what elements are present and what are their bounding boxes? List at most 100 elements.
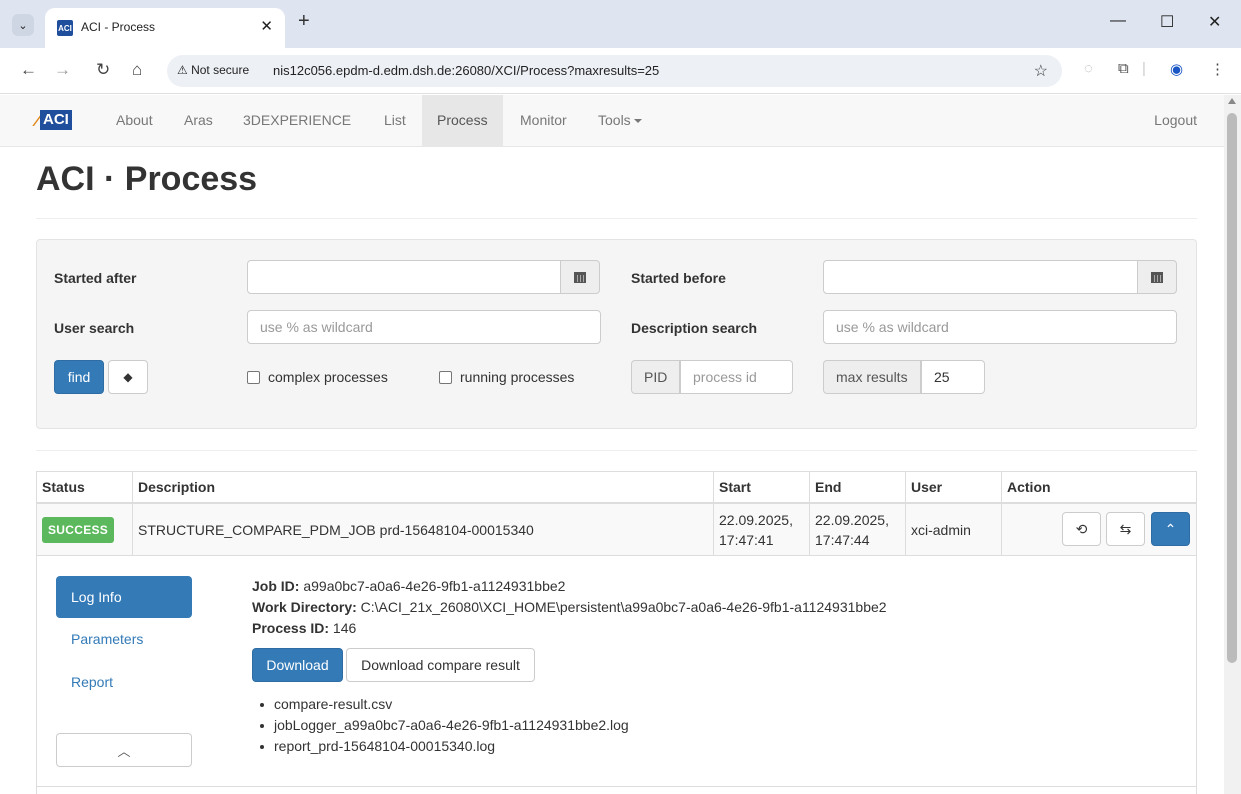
- header-action: Action: [1007, 479, 1051, 495]
- complex-processes-checkbox[interactable]: complex processes: [247, 369, 388, 385]
- end-time: 17:47:44: [815, 531, 870, 548]
- home-icon[interactable]: ⌂: [132, 60, 142, 80]
- nav-tools-dropdown[interactable]: Tools: [583, 95, 657, 146]
- nav-tools-label: Tools: [598, 112, 631, 128]
- list-item: compare-result.csv: [260, 694, 629, 715]
- minimize-icon[interactable]: —: [1110, 12, 1126, 30]
- collapse-row-button[interactable]: ⌃: [1151, 512, 1190, 546]
- start-time: 17:47:41: [719, 531, 774, 548]
- compare-button[interactable]: ⇆: [1106, 512, 1145, 546]
- page-scrollbar[interactable]: [1224, 95, 1241, 794]
- header-user[interactable]: User: [906, 472, 1002, 503]
- aci-favicon-icon: ACI: [57, 20, 73, 36]
- tab-parameters[interactable]: Parameters: [56, 618, 192, 660]
- aci-logo[interactable]: ⁄ ACI: [36, 109, 72, 131]
- new-tab-icon[interactable]: +: [298, 10, 310, 33]
- extension-icon[interactable]: ◌: [1084, 60, 1093, 77]
- page-title-bold: ACI: [36, 160, 95, 198]
- header-description[interactable]: Description: [133, 472, 714, 503]
- collapse-detail-button[interactable]: ︿: [56, 733, 192, 767]
- search-divider: [36, 450, 1197, 451]
- table-row[interactable]: SUCCESS STRUCTURE_COMPARE_PDM_JOB prd-15…: [36, 504, 1197, 556]
- nav-3dexperience[interactable]: 3DEXPERIENCE: [228, 95, 366, 146]
- address-bar[interactable]: ⚠ Not secure nis12c056.epdm-d.edm.dsh.de…: [167, 55, 1062, 87]
- start-date: 22.09.2025,: [719, 511, 793, 528]
- end-cell: 22.09.2025, 17:47:44: [810, 504, 906, 555]
- tab-log-info[interactable]: Log Info: [56, 576, 192, 618]
- pid-input[interactable]: process id: [680, 360, 793, 394]
- tab-search-dropdown-icon[interactable]: ⌄: [12, 14, 34, 36]
- max-results-input[interactable]: 25: [921, 360, 985, 394]
- page-title-rest: · Process: [94, 160, 258, 198]
- rerun-button[interactable]: ⟲: [1062, 512, 1101, 546]
- nav-list[interactable]: List: [369, 95, 421, 146]
- process-id-value: 146: [329, 620, 357, 636]
- menu-kebab-icon[interactable]: ⋮: [1210, 60, 1225, 78]
- tab-close-icon[interactable]: ✕: [260, 17, 273, 35]
- tab-title: ACI - Process: [81, 20, 156, 34]
- calendar-icon: [1151, 271, 1163, 283]
- caret-down-icon: [633, 119, 642, 124]
- profile-icon[interactable]: ◉: [1170, 60, 1183, 78]
- header-status[interactable]: Status: [37, 472, 133, 503]
- header-start[interactable]: Start: [714, 472, 810, 503]
- search-panel: Started after Started before User search…: [36, 239, 1197, 429]
- nav-monitor[interactable]: Monitor: [505, 95, 582, 146]
- nav-process[interactable]: Process: [422, 95, 503, 146]
- not-secure-indicator[interactable]: ⚠ Not secure: [177, 63, 249, 77]
- description-cell: STRUCTURE_COMPARE_PDM_JOB prd-15648104-0…: [133, 504, 714, 555]
- row-detail-panel: Log Info Parameters Report ︿ Job ID: a99…: [36, 556, 1197, 794]
- started-before-input[interactable]: [823, 260, 1138, 294]
- maximize-icon[interactable]: ☐: [1160, 12, 1174, 32]
- scroll-up-arrow-icon[interactable]: [1228, 98, 1236, 104]
- started-after-label: Started after: [54, 270, 137, 286]
- bookmark-star-icon[interactable]: ☆: [1034, 61, 1048, 81]
- job-id-label: Job ID:: [252, 578, 300, 594]
- work-directory-line: Work Directory: C:\ACI_21x_26080\XCI_HOM…: [252, 599, 887, 615]
- started-before-label: Started before: [631, 270, 726, 286]
- user-search-label: User search: [54, 320, 135, 336]
- file-list: compare-result.csv jobLogger_a99a0bc7-a0…: [260, 694, 629, 757]
- next-row-border: [36, 786, 1197, 787]
- started-before-calendar-button[interactable]: [1137, 260, 1177, 294]
- forward-icon[interactable]: →: [54, 60, 71, 80]
- running-processes-checkbox[interactable]: running processes: [439, 369, 574, 385]
- scroll-thumb[interactable]: [1227, 113, 1237, 663]
- eraser-icon: ◆: [123, 370, 133, 384]
- reload-icon[interactable]: ↻: [96, 60, 110, 80]
- end-date: 22.09.2025,: [815, 511, 889, 528]
- logo-swoosh-icon: ⁄: [36, 109, 40, 130]
- description-search-input[interactable]: use % as wildcard: [823, 310, 1177, 344]
- status-cell: SUCCESS: [37, 504, 133, 555]
- close-window-icon[interactable]: ✕: [1208, 12, 1221, 32]
- download-compare-result-button[interactable]: Download compare result: [346, 648, 535, 682]
- start-cell: 22.09.2025, 17:47:41: [714, 504, 810, 555]
- extensions-puzzle-icon[interactable]: ⧉: [1118, 60, 1129, 77]
- clear-eraser-button[interactable]: ◆: [108, 360, 148, 394]
- status-badge: SUCCESS: [42, 516, 115, 543]
- find-button[interactable]: find: [54, 360, 104, 394]
- process-id-label: Process ID:: [252, 620, 330, 636]
- action-cell: ⟲ ⇆ ⌃: [1002, 504, 1196, 555]
- header-end[interactable]: End: [810, 472, 906, 503]
- max-results-addon: max results: [823, 360, 921, 394]
- running-processes-label: running processes: [460, 369, 575, 385]
- user-search-input[interactable]: use % as wildcard: [247, 310, 601, 344]
- url-text[interactable]: nis12c056.epdm-d.edm.dsh.de:26080/XCI/Pr…: [273, 63, 659, 78]
- nav-about[interactable]: About: [101, 95, 168, 146]
- browser-tab[interactable]: ACI ACI - Process ✕: [45, 8, 285, 48]
- browser-tab-bar: ⌄ ACI ACI - Process ✕ + — ☐ ✕: [0, 0, 1241, 48]
- app-navbar: ⁄ ACI About Aras 3DEXPERIENCE List Proce…: [0, 95, 1224, 147]
- logout-link[interactable]: Logout: [1154, 95, 1197, 146]
- started-after-calendar-button[interactable]: [560, 260, 600, 294]
- nav-aras[interactable]: Aras: [169, 95, 228, 146]
- started-after-input[interactable]: [247, 260, 561, 294]
- process-id-line: Process ID: 146: [252, 620, 356, 636]
- work-directory-value: C:\ACI_21x_26080\XCI_HOME\persistent\a99…: [356, 599, 887, 615]
- back-icon[interactable]: ←: [20, 60, 37, 80]
- download-button[interactable]: Download: [252, 648, 343, 682]
- checkbox-box[interactable]: [439, 370, 452, 384]
- checkbox-box[interactable]: [247, 370, 260, 384]
- title-divider: [36, 218, 1197, 219]
- tab-report[interactable]: Report: [56, 661, 192, 703]
